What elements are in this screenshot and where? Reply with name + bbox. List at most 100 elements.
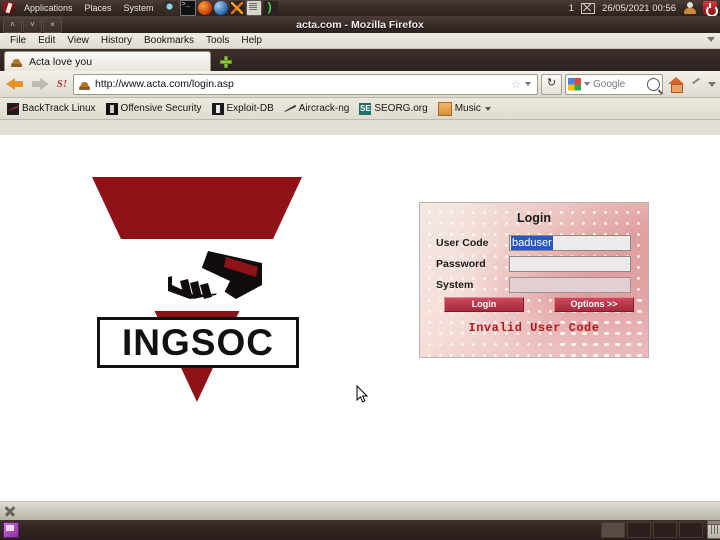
- window-controls: ˄ ˅ ×: [0, 16, 62, 33]
- menu-history[interactable]: History: [95, 33, 138, 48]
- bookmark-music-folder[interactable]: Music: [434, 100, 495, 117]
- password-input[interactable]: [509, 256, 631, 272]
- workspace-indicator[interactable]: 1: [569, 3, 574, 14]
- forward-button[interactable]: [29, 74, 51, 94]
- search-icon[interactable]: [647, 77, 660, 91]
- arrow-right-icon: [40, 78, 49, 90]
- text-editor-icon[interactable]: [245, 0, 262, 16]
- panel-launchers: [163, 0, 278, 16]
- workspace-1[interactable]: [601, 522, 625, 538]
- bookmark-star-icon[interactable]: ☆: [510, 78, 522, 91]
- google-icon: [568, 77, 581, 91]
- power-icon[interactable]: [703, 1, 718, 17]
- user-avatar-icon[interactable]: [683, 1, 696, 15]
- bookmark-label: Aircrack-ng: [298, 103, 350, 114]
- search-input[interactable]: Google: [593, 79, 625, 90]
- wifi-icon[interactable]: [263, 0, 278, 15]
- firefox-icon[interactable]: [197, 1, 212, 15]
- workspace-switcher: [601, 522, 703, 538]
- close-icon[interactable]: [4, 505, 16, 517]
- bookmark-label: SEORG.org: [374, 103, 428, 114]
- exploitdb-icon: [211, 102, 224, 115]
- login-buttons: Login Options >>: [444, 297, 634, 312]
- menu-places[interactable]: Places: [79, 0, 118, 16]
- clippings-icon[interactable]: [689, 76, 703, 92]
- menu-system[interactable]: System: [118, 0, 160, 16]
- user-code-label: User Code: [436, 237, 489, 249]
- gnome-bottom-panel: [0, 519, 720, 540]
- minimize-button[interactable]: ˄: [3, 16, 22, 33]
- screen: Applications Places System 1 26/05/2021 …: [0, 0, 720, 540]
- password-label: Password: [436, 258, 486, 270]
- search-bar[interactable]: Google: [565, 73, 663, 95]
- backtrack-icon: [7, 102, 19, 115]
- zenmap-icon[interactable]: [229, 1, 244, 15]
- blue-spheres-icon[interactable]: [213, 1, 228, 15]
- seorg-icon: SE: [359, 102, 372, 115]
- menu-view[interactable]: View: [61, 33, 95, 48]
- login-panel: Login User Code baduser Password System: [419, 202, 649, 358]
- field-row-user-code: User Code baduser: [436, 234, 636, 252]
- workspace-2[interactable]: [627, 522, 651, 538]
- bookmark-backtrack-linux[interactable]: BackTrack Linux: [3, 100, 100, 117]
- arrow-right-tail: [32, 81, 41, 87]
- bookmark-label: BackTrack Linux: [22, 103, 96, 114]
- menubar: File Edit View History Bookmarks Tools H…: [0, 33, 720, 49]
- envelope-icon[interactable]: [581, 2, 596, 14]
- workspace-3[interactable]: [653, 522, 677, 538]
- new-tab-button[interactable]: [214, 52, 238, 71]
- bookmark-aircrack-ng[interactable]: Aircrack-ng: [280, 100, 354, 117]
- top-panel-tray: 1 26/05/2021 00:56: [569, 1, 720, 17]
- toolbar-overflow-chevron-icon[interactable]: [708, 81, 716, 87]
- aircrack-icon: [284, 103, 296, 115]
- menu-bookmarks[interactable]: Bookmarks: [138, 33, 200, 48]
- chevron-down-icon[interactable]: [707, 37, 715, 42]
- maximize-button[interactable]: ˅: [23, 16, 42, 33]
- user-code-input[interactable]: baduser: [509, 235, 631, 251]
- url-bar[interactable]: http://www.acta.com/login.asp ☆: [73, 73, 538, 95]
- options-button[interactable]: Options >>: [554, 297, 634, 312]
- gnome-top-panel: Applications Places System 1 26/05/2021 …: [0, 0, 720, 17]
- browser-status-bar: [0, 501, 720, 520]
- menu-help[interactable]: Help: [235, 33, 268, 48]
- bookmark-offensive-security[interactable]: Offensive Security: [102, 100, 206, 117]
- window-title: acta.com - Mozilla Firefox: [296, 18, 424, 31]
- plus-icon: [220, 55, 232, 68]
- firefox-window: ˄ ˅ × acta.com - Mozilla Firefox File Ed…: [0, 16, 720, 520]
- backtrack-logo-icon[interactable]: [0, 0, 18, 16]
- bookmark-exploit-db[interactable]: Exploit-DB: [208, 100, 278, 117]
- titlebar: ˄ ˅ × acta.com - Mozilla Firefox: [0, 16, 720, 33]
- site-favicon-icon: [10, 55, 23, 68]
- workspace-4[interactable]: [679, 522, 703, 538]
- tabbar: Acta love you: [0, 49, 720, 71]
- back-button[interactable]: [4, 74, 26, 94]
- offsec-icon: [105, 102, 118, 115]
- menu-edit[interactable]: Edit: [32, 33, 61, 48]
- system-input[interactable]: [509, 277, 631, 293]
- home-button[interactable]: [666, 75, 686, 93]
- show-desktop-icon[interactable]: [3, 522, 19, 538]
- handshake-icon: [138, 237, 263, 315]
- tab-acta[interactable]: Acta love you: [4, 51, 211, 71]
- music-folder-icon: [437, 101, 452, 116]
- bookmark-label: Music: [454, 103, 481, 114]
- chevron-down-icon[interactable]: [525, 82, 531, 86]
- field-row-password: Password: [436, 255, 636, 273]
- login-button[interactable]: Login: [444, 297, 524, 312]
- clock[interactable]: 26/05/2021 00:56: [602, 3, 676, 14]
- menu-file[interactable]: File: [4, 33, 32, 48]
- menu-applications[interactable]: Applications: [18, 0, 79, 16]
- user-code-value: baduser: [511, 236, 553, 250]
- stumbleupon-icon[interactable]: S!: [54, 76, 70, 92]
- url-favicon-icon: [78, 78, 91, 91]
- trash-icon[interactable]: [707, 519, 720, 539]
- navigation-toolbar: S! http://www.acta.com/login.asp ☆ ↻ Goo…: [0, 71, 720, 98]
- bookmark-seorg[interactable]: SE SEORG.org: [355, 100, 431, 117]
- update-manager-icon[interactable]: [163, 1, 178, 15]
- menu-tools[interactable]: Tools: [200, 33, 235, 48]
- chevron-down-icon[interactable]: [584, 82, 590, 86]
- terminal-icon[interactable]: [179, 0, 196, 16]
- close-button[interactable]: ×: [43, 16, 62, 33]
- reload-button[interactable]: ↻: [541, 73, 562, 95]
- url-text: http://www.acta.com/login.asp: [95, 78, 234, 90]
